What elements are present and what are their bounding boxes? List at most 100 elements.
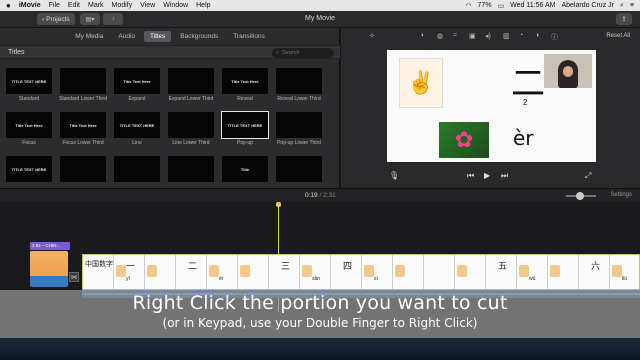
noise-reduction-icon[interactable]: ▥ — [503, 32, 510, 40]
tab-my-media[interactable]: My Media — [69, 31, 109, 42]
menu-mark[interactable]: Mark — [88, 2, 104, 9]
transition-icon[interactable]: ⋈ — [69, 272, 79, 282]
tile-thumbnail[interactable] — [60, 68, 106, 94]
stabilization-icon[interactable]: ▣ — [469, 32, 476, 40]
title-tile-focus[interactable]: Title Text Here Focus — [5, 112, 53, 152]
crop-icon[interactable]: ⌗ — [453, 32, 457, 40]
clip-frame[interactable]: liù — [610, 255, 639, 289]
title-tile-expand[interactable]: Title Text Here Expand — [113, 68, 161, 108]
tab-titles[interactable]: Titles — [144, 31, 172, 42]
title-tile-standard-lower-third[interactable]: Standard Lower Third — [59, 68, 107, 108]
clip-frame[interactable]: 四 — [331, 255, 362, 289]
tile-thumbnail-selected[interactable]: TITLE TEXT HERE — [221, 111, 269, 139]
fullscreen-icon[interactable]: ⤢ — [585, 171, 591, 181]
title-tile[interactable]: Title — [221, 156, 269, 182]
clip-frame[interactable]: 三 — [269, 255, 300, 289]
tile-thumbnail[interactable] — [60, 156, 106, 182]
clip-frame[interactable]: 六 — [579, 255, 610, 289]
skip-forward-icon[interactable]: ⏭ — [501, 171, 508, 181]
video-preview[interactable]: ✌ ✿ 二 2 èr — [387, 50, 596, 162]
clip-frame[interactable] — [424, 255, 455, 289]
zoom-slider[interactable] — [566, 192, 596, 200]
tile-thumbnail[interactable] — [276, 112, 322, 138]
background-clip[interactable] — [30, 251, 68, 287]
notification-center-icon[interactable]: ≡ — [630, 2, 634, 9]
color-balance-icon[interactable]: ◐ — [421, 32, 425, 39]
play-icon[interactable]: ▶ — [484, 171, 490, 180]
tab-backgrounds[interactable]: Backgrounds — [174, 31, 224, 42]
clip-frame[interactable]: 一 yī — [114, 255, 145, 289]
clip-frame[interactable]: èr — [207, 255, 238, 289]
clip-frame[interactable]: 五 — [486, 255, 517, 289]
tile-thumbnail[interactable]: TITLE TEXT HERE — [114, 112, 160, 138]
info-icon[interactable]: ⓘ — [551, 32, 558, 42]
title-tile[interactable] — [275, 156, 323, 182]
menu-view[interactable]: View — [140, 2, 155, 9]
volume-icon[interactable]: ◂) — [485, 32, 491, 40]
clip-frame[interactable] — [238, 255, 269, 289]
title-tile-line[interactable]: TITLE TEXT HERE Line — [113, 112, 161, 152]
skip-back-icon[interactable]: ⏮ — [467, 171, 474, 181]
wifi-icon[interactable]: ◠ — [465, 2, 471, 10]
color-correction-icon[interactable]: ◍ — [437, 32, 443, 40]
clock[interactable]: Wed 11:56 AM — [510, 2, 555, 9]
title-tile-pop-up[interactable]: TITLE TEXT HERE Pop-up — [221, 111, 269, 152]
tile-thumbnail[interactable] — [114, 156, 160, 182]
tile-thumbnail[interactable] — [276, 68, 322, 94]
clip-frame[interactable] — [145, 255, 176, 289]
menu-help[interactable]: Help — [196, 2, 210, 9]
filter-icon[interactable]: ◑ — [535, 32, 539, 39]
battery-icon[interactable]: ▭ — [498, 2, 505, 10]
tile-thumbnail[interactable]: Title Text Here — [114, 68, 160, 94]
video-clip-strip[interactable]: 中国数字 一 yī 二 èr 三 sān 四 sì 五 wǔ 六 liù — [82, 254, 640, 290]
tab-transitions[interactable]: Transitions — [227, 31, 271, 42]
tile-thumbnail[interactable]: Title — [222, 156, 268, 182]
menu-window[interactable]: Window — [163, 2, 188, 9]
title-tile-reveal-lower-third[interactable]: Reveal Lower Third — [275, 68, 323, 108]
app-menu[interactable]: iMovie — [19, 2, 41, 9]
tile-thumbnail[interactable] — [276, 156, 322, 182]
title-tile-focus-lower-third[interactable]: Title Text Here Focus Lower Third — [59, 112, 107, 152]
reset-all-button[interactable]: Reset All — [606, 33, 630, 39]
title-tile-reveal[interactable]: Title Text Here Reveal — [221, 68, 269, 108]
title-tile-pop-up-lower-third[interactable]: Pop-up Lower Third — [275, 112, 323, 152]
tile-thumbnail[interactable]: TITLE TEXT HERE — [6, 156, 52, 182]
apple-menu-icon[interactable]: ● — [6, 1, 11, 10]
user-name[interactable]: Abelardo Cruz Jr — [561, 2, 614, 9]
magic-wand-icon[interactable]: ✧ — [369, 32, 375, 40]
clip-frame[interactable] — [548, 255, 579, 289]
menu-modify[interactable]: Modify — [112, 2, 133, 9]
title-tile-expand-lower-third[interactable]: Expand Lower Third — [167, 68, 215, 108]
title-tile[interactable]: TITLE TEXT HERE — [5, 156, 53, 182]
tile-thumbnail[interactable] — [168, 68, 214, 94]
title-tile-standard[interactable]: TITLE TEXT HERE Standard — [5, 68, 53, 108]
speed-icon[interactable]: ◔ — [519, 32, 523, 39]
clip-frame[interactable] — [393, 255, 424, 289]
search-input[interactable]: ⌕ Search — [272, 48, 334, 58]
clip-frame[interactable] — [455, 255, 486, 289]
menu-file[interactable]: File — [49, 2, 60, 9]
tile-thumbnail[interactable]: Title Text Here — [222, 68, 268, 94]
title-tile[interactable] — [113, 156, 161, 182]
settings-button[interactable]: Settings — [610, 192, 632, 198]
share-icon[interactable]: ⇪ — [616, 13, 632, 25]
clip-frame[interactable]: 中国数字 — [83, 255, 114, 289]
tile-thumbnail[interactable]: Title Text Here — [6, 112, 52, 138]
battery-percent[interactable]: 77% — [478, 2, 492, 9]
title-tile-line-lower-third[interactable]: Line Lower Third — [167, 112, 215, 152]
microphone-icon[interactable]: 🎙 — [389, 171, 399, 180]
tile-thumbnail[interactable] — [168, 112, 214, 138]
tile-thumbnail[interactable] — [168, 156, 214, 182]
title-clip[interactable]: 2.5s – CHIN… — [30, 242, 70, 250]
clip-frame[interactable]: sì — [362, 255, 393, 289]
title-tile[interactable] — [167, 156, 215, 182]
menu-edit[interactable]: Edit — [68, 2, 80, 9]
clip-frame[interactable]: sān — [300, 255, 331, 289]
tile-thumbnail[interactable]: TITLE TEXT HERE — [6, 68, 52, 94]
title-tile[interactable] — [59, 156, 107, 182]
clip-frame[interactable]: wǔ — [517, 255, 548, 289]
tile-thumbnail[interactable]: Title Text Here — [60, 112, 106, 138]
tab-audio[interactable]: Audio — [112, 31, 141, 42]
clip-frame[interactable]: 二 — [176, 255, 207, 289]
spotlight-icon[interactable]: ⌕ — [620, 2, 624, 10]
